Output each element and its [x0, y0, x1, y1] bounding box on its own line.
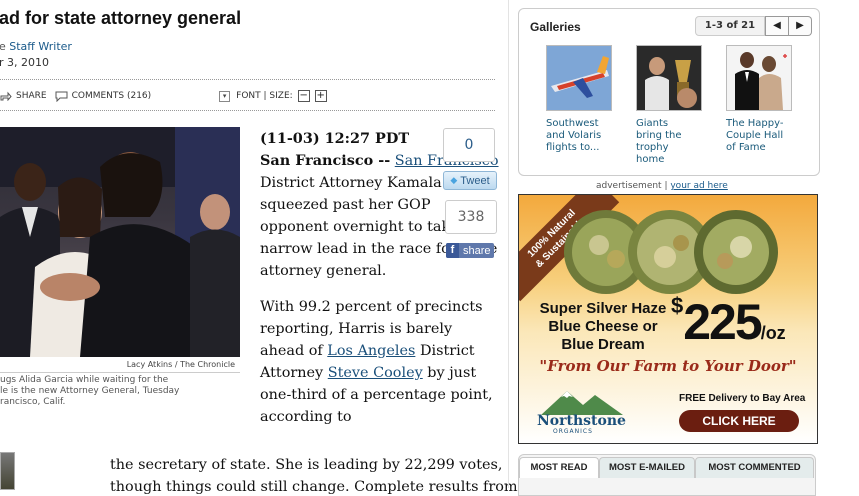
paragraph-2-wrap-line-1: the secretary of state. She is leading b…: [110, 457, 503, 473]
facebook-share-count: 338: [445, 200, 497, 234]
ad-brand-logo: Northstone ORGANICS: [537, 387, 633, 437]
paragraph-2: With 99.2 percent of precincts reporting…: [260, 296, 500, 428]
font-size-label: FONT | SIZE:: [236, 91, 293, 101]
galleries-prev-button[interactable]: ◀: [765, 16, 789, 36]
share-link[interactable]: SHARE: [0, 91, 47, 101]
gallery-label[interactable]: Southwest and Volaris flights to...: [546, 118, 616, 154]
toolbar-bottom-divider: [0, 110, 495, 111]
link-los-angeles[interactable]: Los Angeles: [327, 343, 415, 359]
ad-price-currency: $: [671, 293, 684, 318]
ad-click-here-button[interactable]: CLICK HERE: [679, 410, 799, 432]
column-divider: [508, 0, 509, 488]
decrease-font-button[interactable]: −: [297, 90, 310, 102]
ad-price: $225/oz: [671, 293, 786, 351]
gallery-item-southwest[interactable]: Southwest and Volaris flights to...: [546, 45, 616, 154]
tweet-count: 0: [443, 128, 495, 162]
gallery-item-giants[interactable]: Giants bring the trophy home: [636, 45, 706, 166]
product-image-3: [694, 210, 778, 294]
link-steve-cooley[interactable]: Steve Cooley: [328, 365, 423, 381]
article-headline: ad for state attorney general: [0, 8, 242, 28]
tab-most-commented[interactable]: MOST COMMENTED: [695, 457, 814, 478]
airplane-image: [547, 46, 611, 110]
galleries-title: Galleries: [530, 20, 581, 34]
share-arrow-icon: [0, 91, 12, 101]
couple-image: [727, 46, 791, 110]
byline-author: Staff Writer: [9, 40, 72, 53]
photo-caption: ugs Alida Garcia while waiting for the l…: [0, 375, 180, 407]
article-date: r 3, 2010: [0, 56, 50, 69]
facebook-share-button[interactable]: f share: [446, 243, 494, 258]
twitter-bird-icon: ◆: [450, 175, 458, 185]
ad-delivery-text: FREE Delivery to Bay Area: [679, 393, 806, 404]
gallery-thumbnail: [546, 45, 612, 111]
gallery-thumbnail: [636, 45, 702, 111]
tweet-button[interactable]: ◆ Tweet: [443, 171, 497, 190]
share-label: share: [463, 244, 491, 257]
toolbar-top-divider: [0, 79, 495, 80]
comments-link[interactable]: COMMENTS (216): [47, 91, 152, 102]
advertisement-prefix: advertisement |: [596, 181, 668, 191]
advertisement-label: advertisement | your ad here: [596, 181, 728, 191]
dateline-city: San Francisco --: [260, 152, 391, 169]
gallery-label[interactable]: Giants bring the trophy home: [636, 118, 706, 166]
gallery-label[interactable]: The Happy- Couple Hall of Fame: [726, 118, 796, 154]
trophy-image: [637, 46, 701, 110]
byline-prefix: e: [0, 40, 10, 53]
article-toolbar: SHARE COMMENTS (216) ▾ FONT | SIZE: − +: [0, 85, 495, 107]
facebook-icon: f: [446, 243, 459, 258]
dateline-time: (11-03) 12:27 PDT: [260, 130, 410, 147]
increase-font-button[interactable]: +: [314, 90, 327, 102]
ad-slogan: "From Our Farm to Your Door": [539, 357, 797, 375]
photo-scene: [0, 127, 240, 357]
ad-price-value: 225: [683, 294, 762, 350]
tab-most-emailed[interactable]: MOST E-MAILED: [599, 457, 695, 478]
paragraph-2-wrap-line-2: though things could still change. Comple…: [110, 479, 518, 495]
ad-brand-sub: ORGANICS: [553, 428, 593, 435]
galleries-counter: 1-3 of 21: [695, 16, 765, 36]
ad-price-unit: /oz: [760, 323, 786, 343]
ad-product-names: Super Silver Haze Blue Cheese or Blue Dr…: [539, 300, 667, 353]
font-dropdown-icon[interactable]: ▾: [219, 90, 231, 102]
galleries-widget: Galleries 1-3 of 21 ◀ ▶ Southwest and Vo…: [518, 8, 820, 176]
photo-credit-text: Lacy Atkins / The Chronicle: [126, 360, 235, 369]
share-label: SHARE: [16, 91, 47, 101]
gallery-thumbnail: [726, 45, 792, 111]
byline: e Staff Writer: [0, 40, 72, 53]
related-thumbnail[interactable]: [0, 452, 15, 490]
ad-brand-name: Northstone: [537, 413, 626, 429]
comments-label: COMMENTS (216): [71, 91, 152, 101]
photo-credit: Lacy Atkins / The Chronicle: [0, 358, 240, 373]
your-ad-here-link[interactable]: your ad here: [670, 181, 727, 191]
gallery-item-happy-couple[interactable]: The Happy- Couple Hall of Fame: [726, 45, 796, 154]
article-photo[interactable]: [0, 127, 240, 357]
comment-bubble-icon: [55, 91, 68, 102]
galleries-pager: 1-3 of 21 ◀ ▶: [695, 16, 813, 36]
galleries-next-button[interactable]: ▶: [789, 16, 812, 36]
most-popular-widget: MOST READ MOST E-MAILED MOST COMMENTED: [518, 454, 816, 496]
tab-most-read[interactable]: MOST READ: [519, 457, 599, 478]
advertisement-banner[interactable]: 100% Natural & Sustainable Super Silver …: [518, 194, 818, 444]
tweet-label: Tweet: [460, 174, 490, 187]
